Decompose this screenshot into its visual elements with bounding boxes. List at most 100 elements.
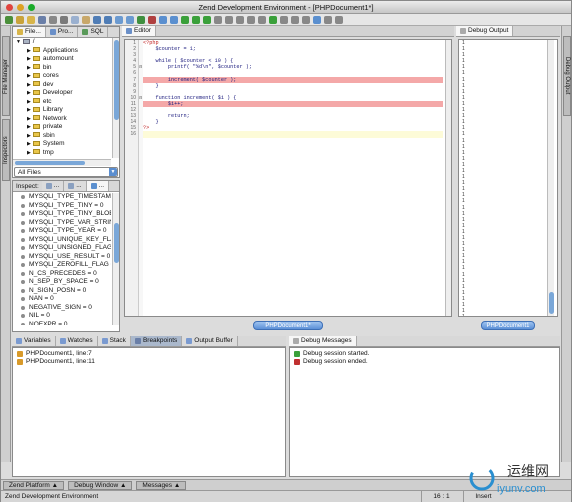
tree-item[interactable]: ▶ dev — [13, 81, 111, 90]
find-icon[interactable] — [115, 15, 123, 24]
fold-toggle-icon[interactable]: ⊟ — [139, 64, 142, 69]
inspector-item[interactable]: NOEXPR = 0 — [13, 321, 111, 325]
play-icon[interactable] — [181, 15, 189, 24]
redo-icon[interactable] — [104, 15, 112, 24]
inspector-item[interactable]: NIL = 0 — [13, 312, 111, 321]
code-line[interactable] — [143, 131, 443, 138]
disclosure-triangle-icon[interactable]: ▶ — [27, 48, 31, 54]
tree-item[interactable]: ▶ Network — [13, 115, 111, 124]
tab-watches[interactable]: Watches — [55, 336, 98, 346]
disclosure-triangle-icon[interactable]: ▶ — [27, 82, 31, 88]
tab-debug-output[interactable]: Debug Output — [456, 26, 514, 36]
debug-icon[interactable] — [137, 15, 145, 24]
inspector-scroll-thumb[interactable] — [114, 223, 119, 263]
document-tab[interactable]: PHPDocument1* — [253, 321, 323, 330]
inspector-scrollbar[interactable] — [112, 193, 119, 325]
disclosure-triangle-icon[interactable]: ▶ — [27, 116, 31, 122]
tree-item[interactable]: ▶ Library — [13, 106, 111, 115]
resume-icon[interactable] — [269, 15, 277, 24]
up-icon[interactable] — [247, 15, 255, 24]
minimize-window-button[interactable] — [17, 4, 24, 11]
disclosure-triangle-icon[interactable]: ▶ — [27, 141, 31, 147]
file-tree-hscrollbar[interactable] — [13, 159, 111, 166]
disclosure-triangle-icon[interactable]: ▶ — [27, 107, 31, 113]
stop-icon[interactable] — [291, 15, 299, 24]
inspector-item[interactable]: MYSQLI_UNSIGNED_FLAG — [13, 244, 111, 253]
tab-variables[interactable]: Variables — [12, 336, 56, 346]
task-messages[interactable]: Messages ▲ — [136, 480, 187, 490]
step-out-icon[interactable] — [214, 15, 222, 24]
paste-icon[interactable] — [82, 15, 90, 24]
inspector-item[interactable]: MYSQLI_TYPE_YEAR = 0 — [13, 227, 111, 236]
inspectors-rail-tab[interactable]: Inspectors — [2, 119, 10, 181]
tree-root[interactable]: ▼ / — [13, 38, 111, 47]
tree-item[interactable]: ▶ Developer — [13, 89, 111, 98]
tree-item[interactable]: ▶ automount — [13, 55, 111, 64]
task-debug-window[interactable]: Debug Window ▲ — [68, 480, 133, 490]
tree-item[interactable]: ▶ Applications — [13, 47, 111, 56]
disclosure-triangle-icon[interactable]: ▶ — [27, 56, 31, 62]
disclosure-triangle-icon[interactable]: ▶ — [27, 99, 31, 105]
down-icon[interactable] — [258, 15, 266, 24]
tab-breakpoints[interactable]: Breakpoints — [130, 336, 183, 346]
tab-inspect-1[interactable]: ... — [41, 181, 65, 191]
breakpoint-item[interactable]: PHPDocument1, line:11 — [13, 358, 285, 366]
inspector-item[interactable]: MYSQLI_TYPE_TINY = 0 — [13, 202, 111, 211]
pause-icon[interactable] — [280, 15, 288, 24]
file-manager-rail-tab[interactable]: File Manager — [2, 36, 10, 116]
inspector-item[interactable]: NAN = 0 — [13, 295, 111, 304]
restart-icon[interactable] — [302, 15, 310, 24]
debug-output-scroll-thumb[interactable] — [549, 292, 554, 314]
inspector-item[interactable]: N_SIGN_POSN = 0 — [13, 287, 111, 296]
open-folder-icon[interactable] — [27, 15, 35, 24]
tree-item[interactable]: ▶ cores — [13, 72, 111, 81]
code-editor[interactable]: 1 2 3 4 5 6 7 8 9 10 11 12 13 14 15 16 ⊟ ⊟ <?php $count… — [124, 39, 452, 317]
breakpoint-icon[interactable] — [148, 15, 156, 24]
tree-item[interactable]: ▶ sbin — [13, 132, 111, 141]
disclosure-triangle-icon[interactable]: ▼ — [16, 39, 21, 45]
disclosure-triangle-icon[interactable]: ▶ — [27, 150, 31, 156]
fold-toggle-icon[interactable]: ⊟ — [139, 95, 142, 100]
inspector-item[interactable]: N_SEP_BY_SPACE = 0 — [13, 278, 111, 287]
debug-output-scrollbar[interactable] — [547, 40, 554, 316]
tab-output-buffer[interactable]: Output Buffer — [182, 336, 238, 346]
disclosure-triangle-icon[interactable]: ▶ — [27, 73, 31, 79]
new-file-icon[interactable] — [16, 15, 24, 24]
tab-editor[interactable]: Editor — [122, 26, 156, 36]
file-tree-scrollbar[interactable] — [112, 38, 119, 158]
undo-icon[interactable] — [93, 15, 101, 24]
disclosure-triangle-icon[interactable]: ▶ — [27, 65, 31, 71]
profile-icon[interactable] — [313, 15, 321, 24]
file-filter-select[interactable]: All Files ▼ — [14, 167, 118, 177]
tree-item[interactable]: ▶ System — [13, 140, 111, 149]
step-icon[interactable] — [170, 15, 178, 24]
go-icon[interactable] — [159, 15, 167, 24]
zoom-window-button[interactable] — [28, 4, 35, 11]
inspector-item[interactable]: MYSQLI_TYPE_TINY_BLOB — [13, 210, 111, 219]
inspector-item[interactable]: N_CS_PRECEDES = 0 — [13, 270, 111, 279]
tree-item[interactable]: ▶ private — [13, 123, 111, 132]
tab-stack[interactable]: Stack — [97, 336, 131, 346]
find-next-icon[interactable] — [126, 15, 134, 24]
inspector-item[interactable]: MYSQLI_TYPE_TIMESTAMP — [13, 193, 111, 202]
print-icon[interactable] — [49, 15, 57, 24]
close-window-button[interactable] — [6, 4, 13, 11]
debug-output-rail-tab[interactable]: Debug Output — [563, 36, 571, 116]
settings-icon[interactable] — [324, 15, 332, 24]
tree-item[interactable]: ▶ bin — [13, 64, 111, 73]
inspector-item[interactable]: MYSQLI_USE_RESULT = 0 — [13, 253, 111, 262]
line-number[interactable]: 16 — [125, 131, 138, 137]
save-icon[interactable] — [38, 15, 46, 24]
task-zend-platform[interactable]: Zend Platform ▲ — [3, 480, 65, 490]
file-tree-hscroll-thumb[interactable] — [15, 161, 85, 165]
disclosure-triangle-icon[interactable]: ▶ — [27, 133, 31, 139]
tab-project[interactable]: Pro... — [45, 27, 79, 37]
tree-item[interactable]: ▶ etc — [13, 98, 111, 107]
editor-scrollbar[interactable] — [445, 40, 451, 316]
file-tree-scroll-thumb[interactable] — [114, 40, 119, 120]
step-over-icon[interactable] — [203, 15, 211, 24]
help-icon[interactable] — [335, 15, 343, 24]
inspector-item[interactable]: MYSQLI_UNIQUE_KEY_FLAG — [13, 236, 111, 245]
forward-icon[interactable] — [236, 15, 244, 24]
tree-item[interactable]: ▶ tmp — [13, 149, 111, 158]
